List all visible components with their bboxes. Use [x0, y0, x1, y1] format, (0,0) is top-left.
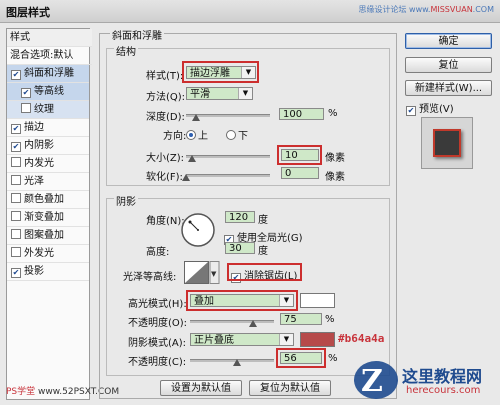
size-unit: 像素: [325, 153, 345, 164]
sidebar-item-inner-glow[interactable]: 内发光: [7, 155, 89, 173]
highlight-opacity-input[interactable]: 75: [280, 313, 322, 325]
svg-text:Z: Z: [361, 364, 383, 399]
shadow-opacity-label: 不透明度(C):: [128, 357, 187, 368]
angle-dial-icon[interactable]: [180, 212, 216, 248]
method-label: 方法(Q):: [146, 92, 186, 103]
preview-swatch: [433, 129, 461, 157]
gloss-contour-icon[interactable]: ▼: [184, 261, 220, 285]
checkbox-satin[interactable]: [11, 175, 21, 185]
checkbox-texture[interactable]: [21, 103, 31, 113]
sidebar-item-texture[interactable]: 纹理: [7, 101, 89, 119]
window-title: 图层样式: [6, 6, 50, 19]
sidebar-item-gradient-overlay[interactable]: 渐变叠加: [7, 209, 89, 227]
style-preview-thumbnail: [421, 117, 473, 169]
highlight-opacity-label: 不透明度(O):: [128, 318, 188, 329]
sidebar-item-inner-shadow[interactable]: ✔ 内阴影: [7, 137, 89, 155]
sidebar-item-stroke[interactable]: ✔ 描边: [7, 119, 89, 137]
sidebar-item-satin[interactable]: 光泽: [7, 173, 89, 191]
radio-up[interactable]: [186, 130, 196, 140]
size-label: 大小(Z):: [146, 153, 185, 164]
sidebar-item-color-overlay[interactable]: 颜色叠加: [7, 191, 89, 209]
logo-mark-icon: Z: [354, 361, 398, 399]
checkbox-stroke[interactable]: ✔: [11, 124, 21, 134]
sidebar-item-bevel-emboss[interactable]: ✔ 斜面和浮雕: [7, 65, 89, 83]
soften-slider-track[interactable]: [186, 174, 270, 177]
highlight-box-antialias: [227, 263, 302, 281]
highlight-box-size: [277, 145, 322, 165]
radio-down[interactable]: [226, 130, 236, 140]
shadow-color-swatch[interactable]: [300, 332, 335, 347]
shadow-mode-label: 阴影模式(A):: [128, 338, 187, 349]
method-dropdown[interactable]: 平滑 ▼: [186, 87, 253, 100]
depth-unit: %: [328, 108, 338, 119]
checkbox-contour[interactable]: ✔: [21, 88, 31, 98]
shading-title: 阴影: [114, 193, 138, 208]
angle-unit: 度: [258, 215, 268, 226]
style-label: 样式(T):: [146, 71, 184, 82]
styles-list: 样式 混合选项:默认 ✔ 斜面和浮雕 ✔ 等高线 纹理 ✔ 描边 ✔ 内阴影 内发光 光…: [6, 28, 92, 400]
shadow-opacity-slider-track[interactable]: [190, 359, 274, 362]
sidebar-item-contour[interactable]: ✔ 等高线: [7, 83, 89, 101]
svg-text:▼: ▼: [211, 270, 217, 278]
make-default-button[interactable]: 设置为默认值: [160, 380, 242, 396]
highlight-box-style: [182, 61, 259, 83]
angle-input[interactable]: 120: [225, 211, 255, 223]
direction-label: 方向:: [163, 131, 187, 142]
depth-input[interactable]: 100: [279, 108, 324, 120]
sidebar-item-pattern-overlay[interactable]: 图案叠加: [7, 227, 89, 245]
reset-default-button[interactable]: 复位为默认值: [249, 380, 331, 396]
preview-checkbox[interactable]: ✔: [406, 106, 416, 116]
sidebar-item-blending-options[interactable]: 混合选项:默认: [7, 47, 92, 65]
altitude-input[interactable]: 30: [225, 242, 255, 254]
checkbox-inner-shadow[interactable]: ✔: [11, 142, 21, 152]
gloss-contour-label: 光泽等高线:: [123, 272, 177, 283]
shadow-color-annotation: #b64a4a: [338, 332, 385, 345]
panel-title: 斜面和浮雕: [110, 27, 164, 42]
structure-title: 结构: [114, 43, 138, 58]
checkbox-gradient-overlay[interactable]: [11, 211, 21, 221]
soften-input[interactable]: 0: [281, 167, 319, 179]
ok-button[interactable]: 确定: [405, 33, 492, 49]
logo-url: herecours.com: [406, 385, 481, 396]
chevron-down-icon: ▼: [279, 334, 293, 345]
reset-button[interactable]: 复位: [405, 57, 492, 73]
direction-down-option[interactable]: 下: [226, 127, 248, 142]
sidebar-item-drop-shadow[interactable]: ✔ 投影: [7, 263, 89, 281]
checkbox-drop-shadow[interactable]: ✔: [11, 268, 21, 278]
site-logo: Z 这里教程网 herecours.com: [352, 357, 498, 403]
highlight-opacity-slider-thumb[interactable]: [249, 320, 257, 327]
highlight-box-shadow-opacity: [276, 348, 326, 368]
checkbox-pattern-overlay[interactable]: [11, 229, 21, 239]
styles-list-header: 样式: [7, 29, 92, 47]
sidebar-item-outer-glow[interactable]: 外发光: [7, 245, 89, 263]
chevron-down-icon: ▼: [238, 88, 252, 99]
shadow-mode-dropdown[interactable]: 正片叠底 ▼: [190, 333, 294, 346]
new-style-button[interactable]: 新建样式(W)...: [405, 80, 492, 96]
logo-text: 这里教程网: [402, 367, 483, 386]
checkbox-inner-glow[interactable]: [11, 157, 21, 167]
highlight-mode-label: 高光模式(H):: [128, 299, 187, 310]
highlight-box-highlight-mode: [186, 290, 298, 311]
altitude-label: 高度:: [146, 247, 170, 258]
preview-option[interactable]: ✔ 预览(V): [406, 100, 454, 116]
checkbox-bevel-emboss[interactable]: ✔: [11, 70, 21, 80]
angle-label: 角度(N):: [146, 216, 185, 227]
soften-slider-thumb[interactable]: [182, 174, 190, 181]
checkbox-color-overlay[interactable]: [11, 193, 21, 203]
depth-slider-thumb[interactable]: [192, 114, 201, 121]
direction-up-option[interactable]: 上: [186, 127, 208, 142]
highlight-opacity-unit: %: [325, 314, 335, 325]
soften-label: 软化(F):: [146, 172, 183, 183]
size-slider-track[interactable]: [186, 155, 270, 158]
shadow-opacity-slider-thumb[interactable]: [233, 359, 242, 366]
altitude-unit: 度: [258, 246, 268, 257]
soften-unit: 像素: [325, 172, 345, 183]
size-slider-thumb[interactable]: [187, 155, 196, 162]
depth-label: 深度(D):: [146, 112, 185, 123]
highlight-opacity-slider-track[interactable]: [190, 320, 274, 323]
watermark-text: 思缘设计论坛 www.MISSVUAN.COM: [358, 5, 494, 14]
shadow-opacity-unit: %: [328, 353, 338, 364]
checkbox-outer-glow[interactable]: [11, 247, 21, 257]
highlight-color-swatch[interactable]: [300, 293, 335, 308]
